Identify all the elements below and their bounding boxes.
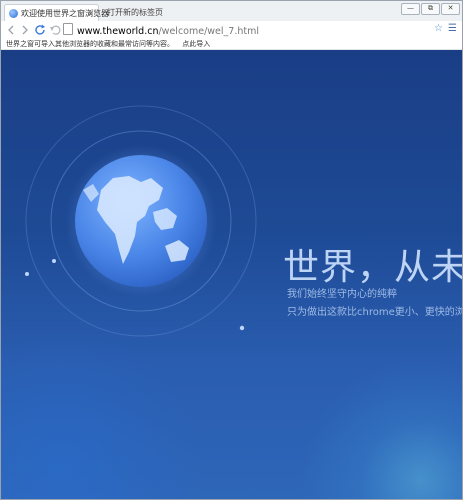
url-domain: www.theworld.cn [77, 26, 159, 37]
page-icon [63, 23, 73, 35]
refresh-button[interactable] [33, 23, 47, 37]
undo-button[interactable] [48, 23, 62, 37]
tab-welcome[interactable]: 欢迎使用世界之窗浏览器 × [4, 4, 109, 22]
welcome-page: 世界，从未这 我们始终坚守内心的纯粹 只为做出这款比chrome更小、更快的浏 [1, 50, 462, 499]
tab-strip: 欢迎使用世界之窗浏览器 × 打开新的标签页 — ⧉ ✕ [1, 1, 462, 22]
forward-arrow-icon [22, 25, 28, 35]
globe-favicon-icon [9, 9, 18, 18]
forward-button[interactable] [18, 23, 32, 37]
hero-headline: 世界，从未这 [283, 247, 462, 288]
orbit-dot [239, 325, 245, 331]
back-arrow-icon [8, 25, 14, 35]
notification-message: 世界之窗可导入其他浏览器的收藏和最常访问等内容。 [6, 40, 174, 48]
globe-sphere [75, 155, 207, 287]
close-tab-icon[interactable]: × [87, 5, 94, 22]
bookmark-star-icon[interactable]: ☆ [434, 23, 443, 34]
address-toolbar: www.theworld.cn/welcome/wel_7.html ☆ ☰ [1, 21, 462, 39]
back-button[interactable] [4, 23, 18, 37]
tab-new-tab[interactable]: 打开新的标签页 [101, 4, 181, 21]
undo-icon [50, 25, 61, 35]
close-window-button[interactable]: ✕ [441, 3, 460, 15]
browser-window: 欢迎使用世界之窗浏览器 × 打开新的标签页 — ⧉ ✕ www.theworld… [0, 0, 463, 500]
hero-tagline-1: 我们始终坚守内心的纯粹 [287, 289, 397, 300]
tab-label: 打开新的标签页 [107, 8, 163, 17]
hero-tagline-2: 只为做出这款比chrome更小、更快的浏 [287, 307, 462, 318]
refresh-icon [35, 24, 45, 35]
orbit-dot [25, 272, 29, 276]
import-notification-bar: 世界之窗可导入其他浏览器的收藏和最常访问等内容。 点此导入 [1, 39, 462, 50]
tab-label: 欢迎使用世界之窗浏览器 [21, 9, 109, 18]
restore-button[interactable]: ⧉ [421, 3, 440, 15]
address-bar[interactable]: www.theworld.cn/welcome/wel_7.html [63, 23, 259, 37]
orbit-dot [52, 259, 56, 263]
url-path: /welcome/wel_7.html [158, 26, 259, 37]
menu-icon[interactable]: ☰ [448, 23, 457, 34]
minimize-button[interactable]: — [401, 3, 420, 15]
window-controls: — ⧉ ✕ [401, 3, 460, 15]
import-link[interactable]: 点此导入 [182, 40, 210, 48]
